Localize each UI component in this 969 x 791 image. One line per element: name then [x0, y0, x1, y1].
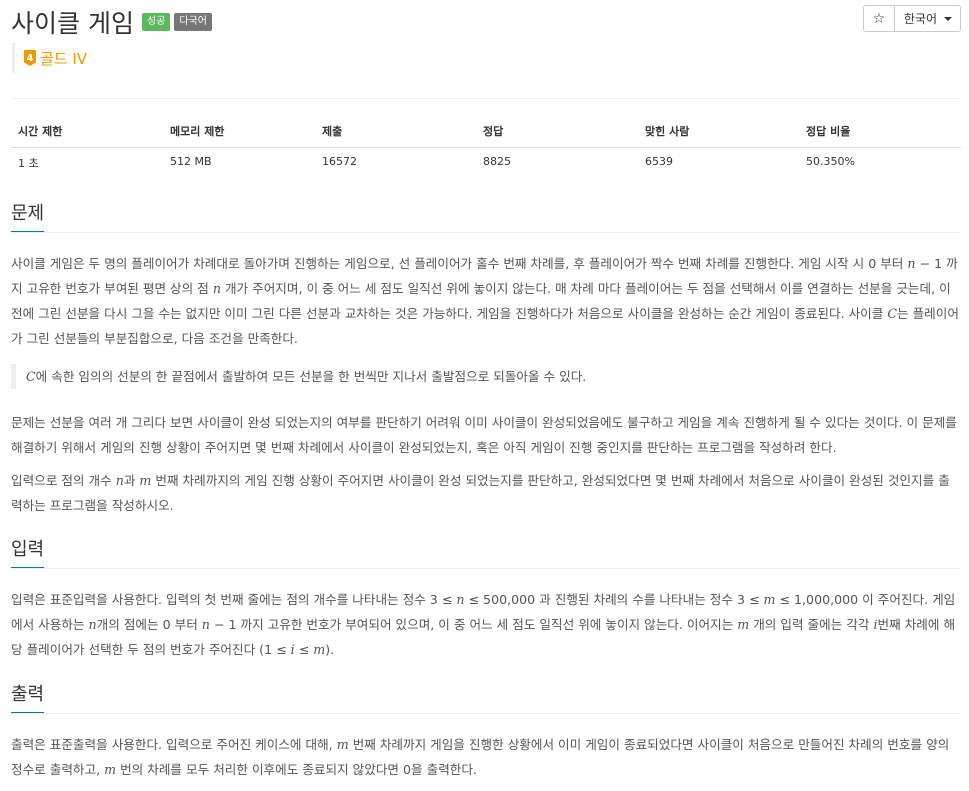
input-heading: 입력 — [11, 535, 45, 569]
header-solved-users: 맞힌 사람 — [638, 117, 799, 148]
header-accepted: 정답 — [476, 117, 638, 148]
accepted-value[interactable]: 8825 — [476, 148, 638, 178]
multilang-badge: 다국어 — [174, 13, 212, 31]
divider — [11, 98, 961, 99]
problem-heading: 문제 — [11, 199, 45, 233]
output-heading: 출력 — [11, 680, 45, 714]
problem-paragraph-1: 사이클 게임은 두 명의 플레이어가 차례대로 돌아가며 진행하는 게임으로, … — [11, 256, 959, 346]
tier-block: 4 골드 IV — [12, 43, 87, 73]
solved-users-value[interactable]: 6539 — [638, 148, 799, 178]
header-actions: ☆ 한국어 — [862, 5, 961, 32]
title-row: 사이클 게임 성공 다국어 — [11, 4, 212, 40]
header-memory-limit: 메모리 제한 — [163, 117, 315, 148]
star-button[interactable]: ☆ — [862, 5, 895, 32]
caret-down-icon — [944, 16, 952, 21]
time-limit-value: 1 초 — [18, 157, 39, 170]
problem-paragraph-2: 문제는 선분을 여러 개 그리다 보면 사이클이 완성 되었는지의 여부를 판단… — [11, 415, 957, 455]
problem-info-table: 시간 제한 메모리 제한 제출 정답 맞힌 사람 정답 비율 1 초 512 M… — [11, 117, 961, 178]
tier-label[interactable]: 골드 IV — [40, 48, 87, 69]
ratio-value: 50.350% — [806, 155, 855, 168]
input-paragraph: 입력은 표준입력을 사용한다. 입력의 첫 번째 줄에는 점의 개수를 나타내는… — [11, 592, 956, 657]
table-row: 1 초 512 MB 16572 8825 6539 50.350% — [11, 148, 961, 178]
output-paragraph: 출력은 표준출력을 사용한다. 입력으로 주어진 케이스에 대해, m 번째 차… — [11, 737, 950, 777]
success-badge: 성공 — [141, 13, 171, 31]
language-label: 한국어 — [903, 12, 937, 26]
problem-section-header: 문제 — [11, 199, 961, 233]
output-section-header: 출력 — [11, 680, 961, 714]
header-time-limit: 시간 제한 — [11, 117, 163, 148]
header-submissions: 제출 — [315, 117, 476, 148]
tier-badge-icon: 4 — [24, 50, 36, 66]
page-title: 사이클 게임 — [11, 9, 134, 38]
header-ratio: 정답 비율 — [799, 117, 961, 148]
memory-limit-value: 512 MB — [170, 155, 212, 168]
star-icon: ☆ — [872, 10, 886, 27]
language-dropdown[interactable]: 한국어 — [894, 5, 961, 32]
problem-paragraph-3: 입력으로 점의 개수 n과 m 번째 차례까지의 게임 진행 상황이 주어지면 … — [11, 473, 950, 513]
input-section-header: 입력 — [11, 535, 961, 569]
table-header-row: 시간 제한 메모리 제한 제출 정답 맞힌 사람 정답 비율 — [11, 117, 961, 148]
submissions-value[interactable]: 16572 — [315, 148, 476, 178]
problem-blockquote: C에 속한 임의의 선분의 한 끝점에서 출발하여 모든 선분을 한 번씩만 지… — [11, 364, 961, 389]
